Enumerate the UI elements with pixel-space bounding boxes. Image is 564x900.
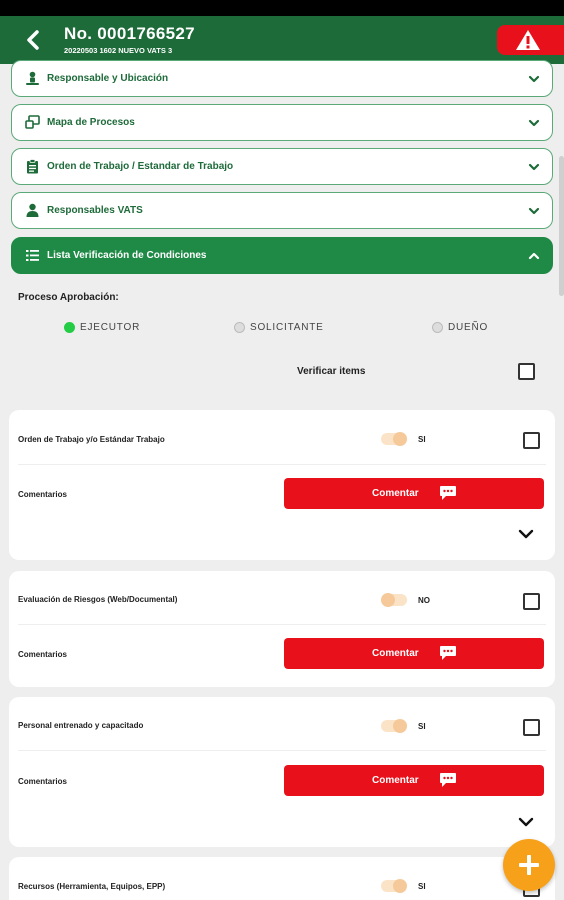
radio-dot xyxy=(64,322,75,333)
clipboard-icon xyxy=(27,159,38,174)
yes-no-toggle[interactable] xyxy=(381,719,407,733)
chevron-down-icon xyxy=(528,75,540,83)
expand-chevron-icon[interactable] xyxy=(518,816,534,828)
accordion-responsables-vats[interactable]: Responsables VATS xyxy=(11,192,553,229)
scrollbar[interactable] xyxy=(559,156,564,296)
checklist-card: Recursos (Herramienta, Equipos, EPP) SI xyxy=(9,857,555,900)
comment-button-label: Comentar xyxy=(372,648,419,659)
toggle-knob xyxy=(393,432,407,446)
accordion-label: Responsables VATS xyxy=(47,205,143,216)
accordion-responsable-ubicacion[interactable]: Responsable y Ubicación xyxy=(11,60,553,97)
item-label: Personal entrenado y capacitado xyxy=(18,721,144,730)
accordion-label: Lista Verificación de Condiciones xyxy=(47,250,207,261)
comment-button-label: Comentar xyxy=(372,488,419,499)
accordion-label: Mapa de Procesos xyxy=(47,117,135,128)
chevron-up-icon xyxy=(528,252,540,260)
app-bar: No. 0001766527 20220503 1602 NUEVO VATS … xyxy=(0,16,564,64)
yes-no-toggle[interactable] xyxy=(381,593,407,607)
add-fab-button[interactable] xyxy=(503,839,555,891)
divider xyxy=(18,624,546,625)
chevron-down-icon xyxy=(528,207,540,215)
radio-dot xyxy=(432,322,443,333)
chevron-left-icon xyxy=(27,30,39,50)
plus-icon xyxy=(519,855,539,875)
toggle-knob xyxy=(393,719,407,733)
checklist-card: Evaluación de Riesgos (Web/Documental) N… xyxy=(9,571,555,687)
chat-bubble-icon xyxy=(440,646,456,660)
radio-dot xyxy=(234,322,245,333)
comments-label: Comentarios xyxy=(18,650,67,659)
toggle-label: SI xyxy=(418,882,426,891)
warning-icon xyxy=(516,30,540,50)
toggle-label: SI xyxy=(418,722,426,731)
verify-items-checkbox[interactable] xyxy=(518,363,535,380)
checklist-icon xyxy=(26,250,39,261)
accordion-orden-trabajo[interactable]: Orden de Trabajo / Estandar de Trabajo xyxy=(11,148,553,185)
radio-label: DUEÑO xyxy=(448,322,489,333)
comment-button-label: Comentar xyxy=(372,775,419,786)
item-label: Recursos (Herramienta, Equipos, EPP) xyxy=(18,882,166,891)
chat-bubble-icon xyxy=(440,773,456,787)
status-bar xyxy=(0,0,564,16)
checklist-card: Personal entrenado y capacitado SI Comen… xyxy=(9,697,555,847)
yes-no-toggle[interactable] xyxy=(381,432,407,446)
back-button[interactable] xyxy=(20,26,48,54)
accordion-label: Orden de Trabajo / Estandar de Trabajo xyxy=(47,161,234,172)
comments-label: Comentarios xyxy=(18,490,67,499)
page-title: No. 0001766527 xyxy=(64,24,195,43)
page-subtitle: 20220503 1602 NUEVO VATS 3 xyxy=(64,46,173,55)
toggle-knob xyxy=(393,879,407,893)
accordion-label: Responsable y Ubicación xyxy=(47,73,169,84)
item-checkbox[interactable] xyxy=(523,432,540,449)
radio-label: EJECUTOR xyxy=(80,322,141,333)
accordion-lista-verificacion[interactable]: Lista Verificación de Condiciones xyxy=(11,237,553,274)
divider xyxy=(18,464,546,465)
radio-label: SOLICITANTE xyxy=(250,322,324,333)
accordion-mapa-procesos[interactable]: Mapa de Procesos xyxy=(11,104,553,141)
comments-label: Comentarios xyxy=(18,777,67,786)
person-badge-icon xyxy=(26,203,39,217)
comment-button[interactable]: Comentar xyxy=(284,638,544,669)
alert-button[interactable] xyxy=(497,25,564,55)
chevron-down-icon xyxy=(528,163,540,171)
checklist-card: Orden de Trabajo y/o Estándar Trabajo SI… xyxy=(9,410,555,560)
approval-label: Proceso Aprobación: xyxy=(18,292,119,303)
person-location-icon xyxy=(26,71,39,85)
verify-items-label: Verificar items xyxy=(297,366,366,377)
item-checkbox[interactable] xyxy=(523,719,540,736)
map-icon xyxy=(25,115,40,129)
chat-bubble-icon xyxy=(440,486,456,500)
divider xyxy=(18,750,546,751)
toggle-knob xyxy=(381,593,395,607)
item-label: Orden de Trabajo y/o Estándar Trabajo xyxy=(18,435,165,444)
item-label: Evaluación de Riesgos (Web/Documental) xyxy=(18,595,178,604)
chevron-down-icon xyxy=(528,119,540,127)
toggle-label: NO xyxy=(418,596,430,605)
item-checkbox[interactable] xyxy=(523,593,540,610)
toggle-label: SI xyxy=(418,435,426,444)
yes-no-toggle[interactable] xyxy=(381,879,407,893)
expand-chevron-icon[interactable] xyxy=(518,528,534,540)
comment-button[interactable]: Comentar xyxy=(284,478,544,509)
comment-button[interactable]: Comentar xyxy=(284,765,544,796)
